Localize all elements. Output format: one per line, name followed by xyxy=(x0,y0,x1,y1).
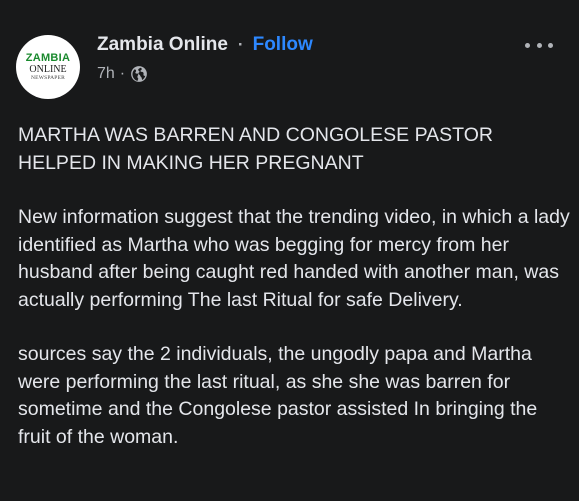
post-header: ZAMBIA ONLINE NEWSPAPER Zambia Online · … xyxy=(0,0,579,110)
logo-text-zambia: ZAMBIA xyxy=(25,51,71,64)
globe-icon[interactable] xyxy=(130,65,148,83)
post-meta: 7h · xyxy=(97,65,148,83)
post-paragraph: New information suggest that the trendin… xyxy=(18,206,570,311)
logo-text-newspaper: NEWSPAPER xyxy=(31,74,65,81)
meta-separator-dot: · xyxy=(119,65,126,82)
author-row: Zambia Online · Follow xyxy=(97,34,313,56)
post-headline: MARTHA WAS BARREN AND CONGOLESE PASTOR H… xyxy=(18,124,493,174)
more-options-icon[interactable] xyxy=(525,36,553,54)
author-name[interactable]: Zambia Online xyxy=(97,34,228,56)
avatar[interactable]: ZAMBIA ONLINE NEWSPAPER xyxy=(16,35,80,99)
follow-button[interactable]: Follow xyxy=(253,34,313,56)
more-dot-3 xyxy=(548,42,553,48)
post-timestamp[interactable]: 7h xyxy=(97,65,115,83)
more-dot-1 xyxy=(525,42,530,48)
post-paragraph: sources say the 2 individuals, the ungod… xyxy=(18,343,538,448)
more-dot-2 xyxy=(536,42,542,48)
separator-dot: · xyxy=(237,35,244,54)
post-body: MARTHA WAS BARREN AND CONGOLESE PASTOR H… xyxy=(18,122,570,478)
logo-text-online: ONLINE xyxy=(29,63,67,75)
